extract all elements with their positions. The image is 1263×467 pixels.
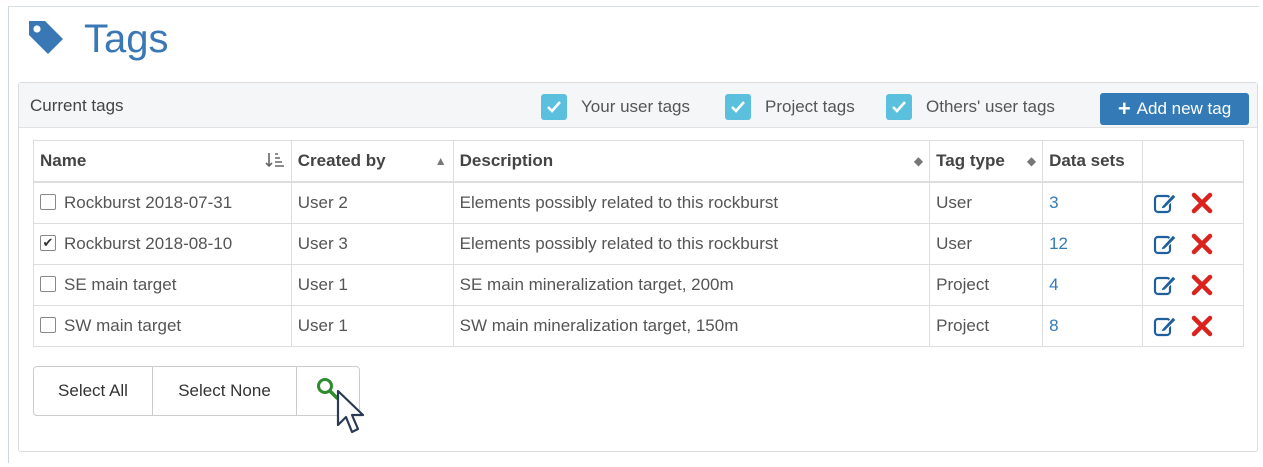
- cell-created-by: User 1: [290, 264, 454, 306]
- checkmark-icon[interactable]: [541, 94, 567, 120]
- cell-actions: [1142, 264, 1244, 306]
- delete-icon[interactable]: [1191, 192, 1213, 214]
- row-checkbox[interactable]: [40, 275, 56, 292]
- cell-description: Elements possibly related to this rockbu…: [452, 223, 931, 265]
- cell-tag-type: Project: [929, 264, 1044, 306]
- panel-header: Current tags Your user tags Project tags…: [19, 83, 1257, 128]
- tags-panel: Current tags Your user tags Project tags…: [18, 82, 1258, 452]
- cell-actions: [1142, 181, 1244, 224]
- cell-tag-type: Project: [929, 305, 1044, 347]
- column-header-created-by[interactable]: Created by ▲: [290, 140, 454, 183]
- cell-created-by: User 1: [290, 305, 454, 347]
- column-header-description[interactable]: Description ◆: [452, 140, 931, 183]
- table-row: SW main target User 1 SW main mineraliza…: [33, 305, 1244, 347]
- select-none-button[interactable]: Select None: [153, 367, 297, 415]
- filter-label: Your user tags: [581, 97, 690, 116]
- cell-data-sets: 4: [1042, 264, 1143, 306]
- filter-label: Project tags: [765, 97, 855, 116]
- add-new-tag-button[interactable]: + Add new tag: [1100, 93, 1249, 125]
- cell-description: Elements possibly related to this rockbu…: [452, 181, 931, 224]
- data-sets-link[interactable]: 3: [1049, 193, 1058, 212]
- sort-icon: ▲: [434, 154, 447, 168]
- edit-icon[interactable]: [1153, 191, 1177, 215]
- data-sets-link[interactable]: 8: [1049, 316, 1058, 335]
- cell-created-by: User 2: [290, 181, 454, 224]
- tags-table: Name Created by ▲ Description ◆ Tag type ◆ …: [33, 140, 1244, 347]
- data-sets-link[interactable]: 4: [1049, 275, 1058, 294]
- cell-actions: [1142, 305, 1244, 347]
- filter-project-tags[interactable]: Project tags: [725, 94, 855, 120]
- column-header-data-sets: Data sets: [1042, 140, 1143, 183]
- select-all-button[interactable]: Select All: [34, 367, 153, 415]
- row-checkbox[interactable]: ✔: [40, 234, 56, 251]
- cell-description: SE main mineralization target, 200m: [452, 264, 931, 306]
- checkmark-icon[interactable]: [886, 94, 912, 120]
- cell-actions: [1142, 223, 1244, 265]
- table-row: ✔ Rockburst 2018-08-10 User 3 Elements po…: [33, 223, 1244, 265]
- row-checkbox[interactable]: [40, 193, 56, 210]
- edit-icon[interactable]: [1153, 314, 1177, 338]
- checkmark-icon[interactable]: [725, 94, 751, 120]
- tag-icon: [26, 17, 66, 62]
- cell-created-by: User 3: [290, 223, 454, 265]
- cell-name: SE main target: [33, 264, 292, 306]
- filter-your-user-tags[interactable]: Your user tags: [541, 94, 690, 120]
- cell-tag-type: User: [929, 223, 1044, 265]
- sort-icon: ◆: [913, 154, 924, 168]
- cell-name: SW main target: [33, 305, 292, 347]
- cell-description: SW main mineralization target, 150m: [452, 305, 931, 347]
- delete-icon[interactable]: [1191, 315, 1213, 337]
- selection-button-group: Select All Select None: [33, 366, 360, 416]
- column-header-tag-type[interactable]: Tag type ◆: [929, 140, 1044, 183]
- plus-icon: +: [1117, 96, 1131, 121]
- page-title: Tags: [84, 16, 169, 61]
- row-checkbox[interactable]: [40, 316, 56, 333]
- cell-name: Rockburst 2018-07-31: [33, 181, 292, 224]
- delete-icon[interactable]: [1191, 274, 1213, 296]
- cell-data-sets: 12: [1042, 223, 1143, 265]
- cell-data-sets: 3: [1042, 181, 1143, 224]
- column-header-name[interactable]: Name: [33, 140, 292, 183]
- panel-title: Current tags: [30, 96, 124, 115]
- filter-others-user-tags[interactable]: Others' user tags: [886, 94, 1055, 120]
- filter-label: Others' user tags: [926, 97, 1055, 116]
- column-header-actions: [1142, 140, 1244, 183]
- edit-icon[interactable]: [1153, 273, 1177, 297]
- table-row: Rockburst 2018-07-31 User 2 Elements pos…: [33, 181, 1244, 224]
- delete-icon[interactable]: [1191, 233, 1213, 255]
- sort-ascending-icon: [265, 151, 285, 172]
- edit-icon[interactable]: [1153, 232, 1177, 256]
- cell-tag-type: User: [929, 181, 1044, 224]
- table-row: SE main target User 1 SE main mineraliza…: [33, 264, 1244, 306]
- sort-icon: ◆: [1026, 154, 1037, 168]
- cell-data-sets: 8: [1042, 305, 1143, 347]
- mouse-pointer-icon: [336, 389, 366, 444]
- add-new-tag-label: Add new tag: [1136, 99, 1232, 118]
- page-header: Tags: [26, 14, 169, 64]
- table-header-row: Name Created by ▲ Description ◆ Tag type ◆ …: [33, 140, 1244, 183]
- cell-name: ✔ Rockburst 2018-08-10: [33, 223, 292, 265]
- data-sets-link[interactable]: 12: [1049, 234, 1068, 253]
